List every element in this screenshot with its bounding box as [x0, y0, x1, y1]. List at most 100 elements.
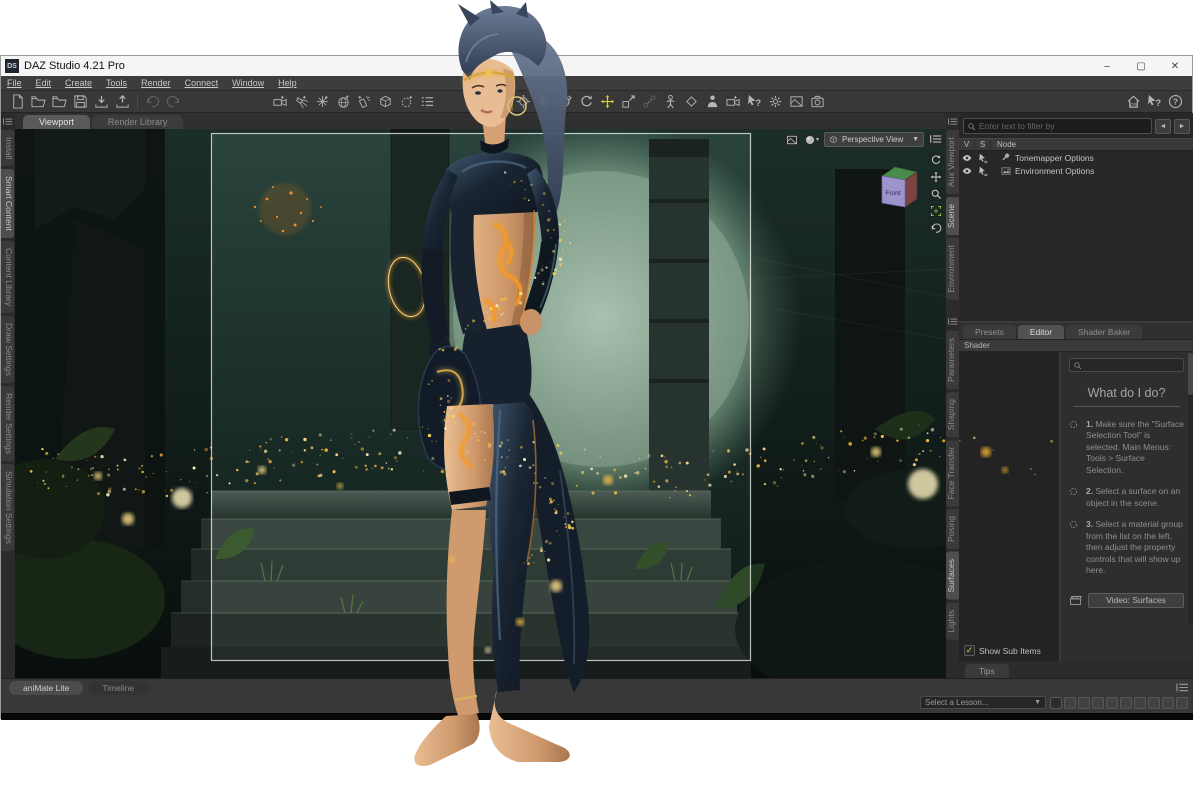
menu-tools[interactable]: Tools — [106, 78, 127, 88]
playback-button[interactable] — [1162, 697, 1174, 709]
scene-filter-input[interactable] — [979, 121, 1148, 131]
tab-editor[interactable]: Editor — [1018, 325, 1064, 339]
node-label[interactable]: Environment Options — [1015, 166, 1094, 176]
rotate-tool-icon[interactable] — [555, 92, 576, 111]
universal-tool-icon[interactable] — [513, 92, 534, 111]
import-icon[interactable] — [91, 92, 112, 111]
pane-menu-icon[interactable] — [946, 316, 959, 328]
tab-scene[interactable]: Scene — [946, 197, 959, 235]
selectable-cursor-icon[interactable] — [975, 153, 991, 163]
tab-timeline[interactable]: Timeline — [88, 681, 148, 695]
drawstyle-ball-icon[interactable]: ▾ — [804, 133, 819, 147]
frame-camera-icon[interactable] — [786, 92, 807, 111]
active-pose-tool-icon[interactable] — [576, 92, 597, 111]
tab-aux-viewport[interactable]: Aux Viewport — [946, 130, 959, 194]
view-cube[interactable]: Front — [874, 161, 922, 209]
playback-button[interactable] — [1120, 697, 1132, 709]
daz-home-icon[interactable] — [1123, 92, 1144, 111]
tab-face-transfer[interactable]: Face Transfer — [946, 440, 959, 506]
undo-icon[interactable] — [142, 92, 163, 111]
tab-simulation-settings[interactable]: Simulation Settings — [1, 464, 14, 551]
tab-posing[interactable]: Posing — [946, 509, 959, 549]
viewport-pane-menu-icon[interactable] — [928, 132, 943, 146]
tab-install[interactable]: Install — [1, 130, 14, 166]
playback-button[interactable] — [1092, 697, 1104, 709]
selectable-cursor-icon[interactable] — [975, 166, 991, 176]
zoom-camera-icon[interactable] — [928, 187, 943, 201]
scene-node-row[interactable]: Environment Options — [959, 164, 1193, 177]
scrollbar[interactable] — [1188, 353, 1193, 623]
menu-help[interactable]: Help — [278, 78, 297, 88]
close-button[interactable]: ✕ — [1158, 56, 1192, 76]
menu-create[interactable]: Create — [65, 78, 92, 88]
camera-tool-icon[interactable] — [723, 92, 744, 111]
animate-pane-menu-icon[interactable] — [1176, 682, 1189, 693]
open-recent-icon[interactable] — [49, 92, 70, 111]
tab-render-library[interactable]: Render Library — [92, 115, 184, 129]
pane-menu-icon[interactable] — [946, 115, 959, 127]
playback-button[interactable] — [1064, 697, 1076, 709]
tab-environment[interactable]: Environment — [946, 238, 959, 300]
menu-edit[interactable]: Edit — [36, 78, 52, 88]
whats-this-help-icon[interactable] — [1144, 92, 1165, 111]
new-camera-icon[interactable] — [270, 92, 291, 111]
tab-animate-lite[interactable]: aniMate Lite — [9, 681, 83, 695]
pane-menu-icon[interactable] — [1, 115, 15, 127]
figure-tool-icon[interactable] — [660, 92, 681, 111]
maximize-button[interactable]: ▢ — [1124, 56, 1158, 76]
camera-view-dropdown[interactable]: Perspective View ▼ — [824, 132, 924, 147]
render-camera-icon[interactable] — [807, 92, 828, 111]
filter-next-button[interactable]: ► — [1174, 119, 1190, 134]
tab-content-library[interactable]: Content Library — [1, 241, 14, 313]
tab-lights[interactable]: Lights — [946, 603, 959, 640]
orbit-camera-icon[interactable] — [928, 153, 943, 167]
aspect-frame-icon[interactable] — [784, 133, 799, 147]
playback-button[interactable] — [1176, 697, 1188, 709]
tab-draw-settings[interactable]: Draw Settings — [1, 316, 14, 383]
node-selection-tool-icon[interactable] — [534, 92, 555, 111]
translate-tool-icon[interactable] — [597, 92, 618, 111]
eye-icon[interactable] — [959, 153, 975, 163]
scene-node-row[interactable]: Tonemapper Options — [959, 151, 1193, 164]
playback-button[interactable] — [1106, 697, 1118, 709]
minimize-button[interactable]: – — [1090, 56, 1124, 76]
filter-prev-button[interactable]: ◄ — [1155, 119, 1171, 134]
viewport-3d-canvas[interactable]: ▾ Perspective View ▼ — [15, 129, 946, 678]
reset-camera-icon[interactable] — [928, 221, 943, 235]
menu-connect[interactable]: Connect — [185, 78, 219, 88]
tab-parameters[interactable]: Parameters — [946, 331, 959, 389]
frame-selection-icon[interactable] — [928, 204, 943, 218]
surface-selection-tool-icon[interactable] — [492, 92, 513, 111]
joint-editor-tool-icon[interactable] — [639, 92, 660, 111]
export-icon[interactable] — [112, 92, 133, 111]
playback-button[interactable] — [1078, 697, 1090, 709]
gear-tool-icon[interactable] — [765, 92, 786, 111]
lesson-dropdown[interactable]: Select a Lesson... ▼ — [920, 696, 1046, 709]
open-file-icon[interactable] — [28, 92, 49, 111]
tab-render-settings[interactable]: Render Settings — [1, 386, 14, 461]
title-bar[interactable]: DS DAZ Studio 4.21 Pro – ▢ ✕ — [1, 56, 1192, 76]
surface-filter-box[interactable] — [1069, 358, 1184, 372]
playback-button[interactable] — [1134, 697, 1146, 709]
node-editor-tool-icon[interactable] — [702, 92, 723, 111]
redo-icon[interactable] — [163, 92, 184, 111]
tab-tips[interactable]: Tips — [965, 664, 1009, 678]
new-spotlight-icon[interactable] — [291, 92, 312, 111]
menu-file[interactable]: File — [7, 78, 22, 88]
pane-options-icon[interactable] — [417, 92, 438, 111]
cursor-options-tool-icon[interactable] — [744, 92, 765, 111]
tab-smart-content[interactable]: Smart Content — [1, 169, 14, 238]
new-distant-light-icon[interactable] — [333, 92, 354, 111]
new-null-icon[interactable] — [396, 92, 417, 111]
menu-render[interactable]: Render — [141, 78, 171, 88]
tab-shader-baker[interactable]: Shader Baker — [1066, 325, 1142, 339]
material-list-area[interactable]: ✓ Show Sub Items — [959, 352, 1061, 661]
node-label[interactable]: Tonemapper Options — [1015, 153, 1094, 163]
scale-tool-icon[interactable] — [618, 92, 639, 111]
tab-presets[interactable]: Presets — [963, 325, 1016, 339]
save-icon[interactable] — [70, 92, 91, 111]
video-surfaces-button[interactable]: Video: Surfaces — [1088, 593, 1184, 608]
playback-button[interactable] — [1148, 697, 1160, 709]
help-icon[interactable] — [1165, 92, 1186, 111]
tab-viewport[interactable]: Viewport — [23, 115, 90, 129]
